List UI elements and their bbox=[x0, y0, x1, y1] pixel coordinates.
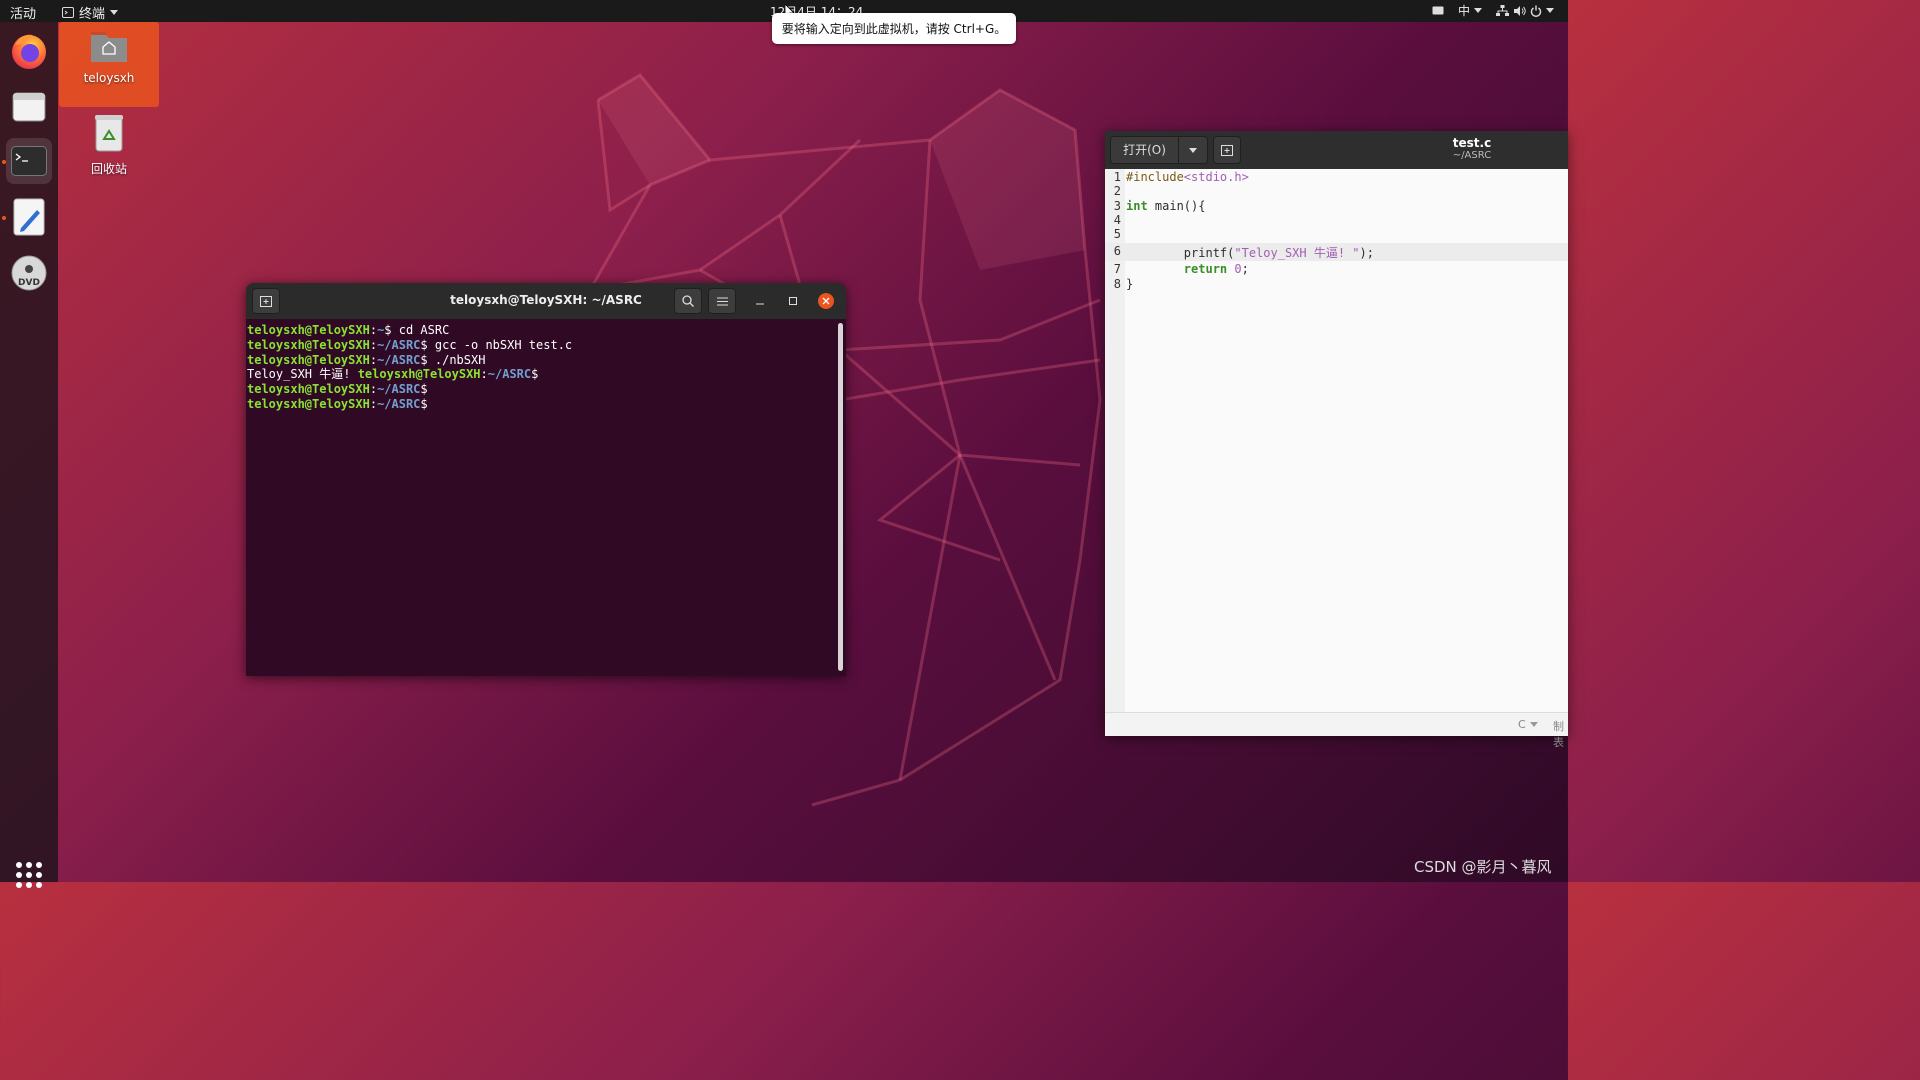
watermark: CSDN @影月丶暮风 bbox=[1414, 858, 1552, 876]
system-tray: 中 bbox=[1432, 2, 1554, 19]
show-applications-button[interactable] bbox=[16, 862, 42, 888]
code-line: 7 return 0; bbox=[1113, 262, 1249, 276]
terminal-scrollbar[interactable] bbox=[838, 323, 843, 671]
terminal-small-icon bbox=[62, 7, 74, 18]
terminal-icon bbox=[11, 146, 47, 176]
desktop-trash[interactable]: 回收站 bbox=[59, 113, 159, 177]
maximize-icon bbox=[789, 297, 797, 305]
chevron-down-icon bbox=[1189, 147, 1197, 153]
app-menu-label: 终端 bbox=[79, 7, 106, 22]
terminal-line: teloysxh@TeloySXH:~$ cd ASRC bbox=[247, 323, 450, 337]
chevron-down-icon bbox=[1546, 8, 1554, 13]
terminal-window[interactable]: teloysxh@TeloySXH: ~/ASRC teloysxh@Teloy… bbox=[246, 283, 846, 676]
trash-icon bbox=[95, 115, 123, 152]
open-button-group[interactable]: 打开(O) bbox=[1110, 136, 1208, 164]
document-title: test.c ~/ASRC bbox=[1445, 136, 1499, 161]
dock-firefox[interactable] bbox=[6, 28, 52, 74]
volume-icon bbox=[1514, 5, 1526, 16]
code-line: 8} bbox=[1113, 277, 1134, 291]
document-name: test.c bbox=[1452, 136, 1492, 150]
dock-dvd[interactable]: DVD bbox=[6, 250, 52, 296]
system-menu[interactable] bbox=[1496, 4, 1554, 17]
desktop-home-folder[interactable]: teloysxh bbox=[59, 22, 159, 107]
editor-status-bar: C 制表 bbox=[1105, 712, 1568, 749]
terminal-line: Teloy_SXH 牛逼! teloysxh@TeloySXH:~/ASRC$ bbox=[247, 367, 539, 382]
files-icon bbox=[12, 92, 46, 122]
input-method-menu[interactable]: 中 bbox=[1458, 2, 1482, 19]
close-button[interactable] bbox=[818, 293, 834, 309]
maximize-button[interactable] bbox=[779, 288, 807, 314]
code-line: 5 bbox=[1113, 227, 1121, 241]
terminal-header-bar[interactable]: teloysxh@TeloySXH: ~/ASRC bbox=[246, 283, 846, 319]
chevron-down-icon bbox=[1474, 8, 1482, 13]
terminal-line: teloysxh@TeloySXH:~/ASRC$ ./nbSXH bbox=[247, 352, 486, 367]
minimize-icon bbox=[756, 303, 764, 305]
terminal-line: teloysxh@TeloySXH:~/ASRC$ gcc -o nbSXH t… bbox=[247, 337, 573, 352]
menu-button[interactable] bbox=[708, 288, 736, 314]
minimize-button[interactable] bbox=[746, 288, 774, 314]
input-method-label: 中 bbox=[1457, 4, 1470, 18]
power-icon bbox=[1530, 5, 1542, 17]
hamburger-menu-icon bbox=[716, 297, 728, 305]
desktop-icon-label: teloysxh bbox=[83, 71, 135, 85]
activities-button[interactable]: 活动 bbox=[10, 3, 36, 22]
close-icon bbox=[822, 297, 830, 305]
keyboard-icon[interactable] bbox=[1432, 6, 1444, 15]
text-editor-icon bbox=[13, 198, 45, 236]
document-path: ~/ASRC bbox=[1452, 150, 1492, 161]
code-line-current: 6 printf("Teloy_SXH 牛逼! "); bbox=[1105, 243, 1568, 261]
terminal-line: teloysxh@TeloySXH:~/ASRC$ bbox=[247, 396, 428, 411]
dock: DVD bbox=[0, 22, 58, 888]
program-output: Teloy_SXH 牛逼! bbox=[247, 367, 358, 382]
desktop-icon-label: 回收站 bbox=[90, 162, 127, 176]
vm-input-tooltip: 要将输入定向到此虚拟机，请按 Ctrl+G。 bbox=[772, 13, 1016, 44]
dock-files[interactable] bbox=[6, 84, 52, 130]
new-tab-icon bbox=[1221, 144, 1233, 156]
search-button[interactable] bbox=[674, 288, 702, 314]
language-label: C bbox=[1518, 718, 1526, 731]
editor-header-bar[interactable]: 打开(O) test.c ~/ASRC bbox=[1105, 131, 1568, 169]
open-dropdown-button[interactable] bbox=[1179, 147, 1207, 153]
language-selector[interactable]: C bbox=[1518, 718, 1538, 731]
code-editor[interactable]: 1 #include<stdio.h> 2 3 int main(){ 4 5 6 … bbox=[1105, 169, 1568, 712]
svg-text:DVD: DVD bbox=[18, 278, 40, 288]
network-icon bbox=[1496, 4, 1509, 16]
firefox-icon bbox=[12, 34, 46, 69]
terminal-output[interactable]: teloysxh@TeloySXH:~$ cd ASRC teloysxh@Te… bbox=[247, 323, 835, 412]
new-document-button[interactable] bbox=[1213, 136, 1241, 164]
text-editor-window[interactable]: 打开(O) test.c ~/ASRC 1 #include<stdio.h> 2… bbox=[1105, 131, 1568, 749]
search-icon bbox=[682, 295, 694, 307]
open-button[interactable]: 打开(O) bbox=[1111, 137, 1179, 163]
chevron-down-icon bbox=[1529, 722, 1538, 727]
dock-text-editor[interactable] bbox=[6, 194, 52, 240]
app-menu[interactable]: 终端 bbox=[62, 3, 119, 22]
chevron-down-icon bbox=[110, 10, 119, 15]
dvd-icon: DVD bbox=[11, 255, 47, 291]
home-folder-icon bbox=[91, 32, 127, 62]
dock-terminal[interactable] bbox=[6, 138, 52, 184]
tab-width-selector[interactable]: 制表 bbox=[1553, 718, 1568, 750]
code-line: 2 bbox=[1113, 184, 1121, 198]
terminal-line: teloysxh@TeloySXH:~/ASRC$ bbox=[247, 382, 428, 397]
